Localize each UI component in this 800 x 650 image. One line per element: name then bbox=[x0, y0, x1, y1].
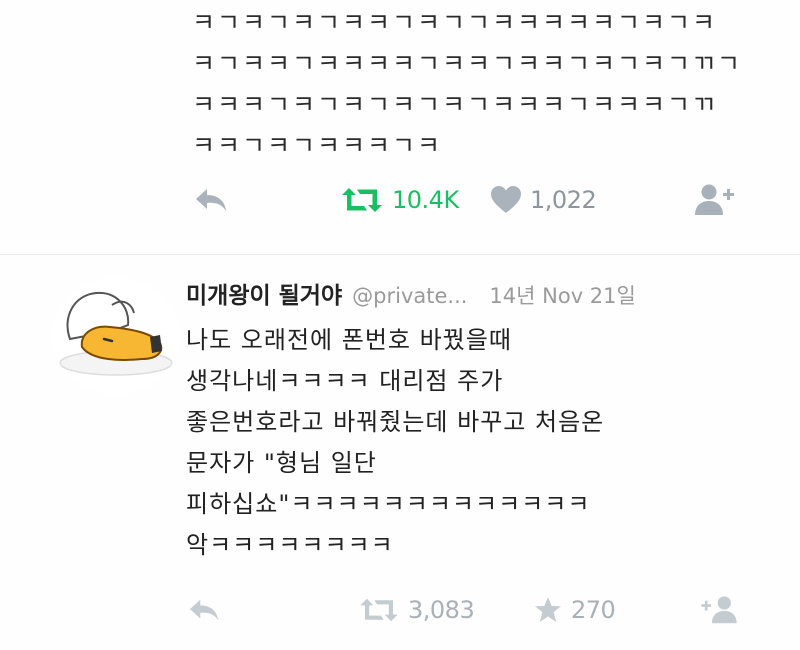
follow-user-icon bbox=[701, 596, 737, 624]
follow-user-icon bbox=[695, 184, 734, 215]
retweet-icon bbox=[342, 188, 382, 212]
tweet-text: ㅋㄱㅋㄱㅋㄱㅋㅋㄱㅋㄱㄱㅋㅋㅋㅋㅋㄱㅋㄱㅋ ㅋㄱㅋㅋㄱㅋㅋㅋㅋㄱㅋㅋㄱㅋㅋㄱㅋㄱ… bbox=[192, 2, 752, 166]
follow-button[interactable] bbox=[700, 590, 738, 630]
tweet-text-line: ㅋㄱㅋㄱㅋㄱㅋㅋㄱㅋㄱㄱㅋㅋㅋㅋㅋㄱㅋㄱㅋ bbox=[192, 8, 718, 37]
tweet-actions: 10.4K 1,022 bbox=[0, 180, 800, 220]
tweet-actions: 3,083 270 bbox=[0, 590, 800, 630]
favorite-button[interactable]: 270 bbox=[533, 590, 616, 630]
reply-arrow-icon bbox=[196, 189, 226, 211]
retweet-button[interactable]: 3,083 bbox=[358, 590, 475, 630]
tweet-header: 미개왕이 될거야 @private... 14년 Nov 21일 bbox=[186, 276, 636, 316]
reply-button[interactable] bbox=[187, 590, 221, 630]
tweet-text-line: ㅋㄱㅋㅋㄱㅋㅋㅋㅋㄱㅋㅋㄱㅋㅋㄱㅋㄱㅋㄱㄲㄱ bbox=[192, 49, 743, 78]
tweet-text-line: 생각나네ㅋㅋㅋㅋ 대리점 주가 bbox=[186, 367, 504, 395]
tweet-text-line: 좋은번호라고 바꿔줬는데 바꾸고 처음온 bbox=[186, 408, 605, 436]
retweet-count: 3,083 bbox=[408, 596, 475, 624]
tweet-text-line: 문자가 "형님 일단 bbox=[186, 449, 377, 477]
follow-button[interactable] bbox=[695, 180, 735, 220]
star-icon bbox=[535, 597, 561, 622]
tweet-text: 나도 오래전에 폰번호 바꿨을때 생각나네ㅋㅋㅋㅋ 대리점 주가 좋은번호라고 … bbox=[186, 320, 786, 566]
timeline: ㅋㄱㅋㄱㅋㄱㅋㅋㄱㅋㄱㄱㅋㅋㅋㅋㅋㄱㅋㄱㅋ ㅋㄱㅋㅋㄱㅋㅋㅋㅋㄱㅋㅋㄱㅋㅋㄱㅋㄱ… bbox=[0, 0, 800, 650]
display-name[interactable]: 미개왕이 될거야 bbox=[186, 276, 342, 310]
like-count: 1,022 bbox=[530, 186, 597, 214]
tweet-divider bbox=[0, 254, 800, 255]
heart-icon bbox=[491, 186, 521, 213]
favorite-count: 270 bbox=[571, 596, 616, 624]
like-button[interactable]: 1,022 bbox=[490, 180, 597, 220]
reply-button[interactable] bbox=[193, 180, 229, 220]
user-handle[interactable]: @private... bbox=[352, 284, 467, 308]
retweet-count: 10.4K bbox=[392, 186, 459, 214]
tweet-text-line: ㅋㅋㅋㄱㅋㄱㅋㄱㅋㄱㅋㄱㅋㅋㅋㄱㅋㅋㅋㄱㄲ bbox=[192, 90, 718, 119]
tweet-timestamp[interactable]: 14년 Nov 21일 bbox=[489, 280, 635, 310]
tweet-text-line: 나도 오래전에 폰번호 바꿨을때 bbox=[186, 326, 512, 354]
retweet-icon bbox=[360, 598, 398, 622]
tweet-text-line: ㅋㅋㄱㅋㄱㅋㅋㅋㄱㅋ bbox=[192, 131, 443, 160]
tweet-text-line: 피하십쇼"ㅋㅋㅋㅋㅋㅋㅋㅋㅋㅋㅋㅋㅋ bbox=[186, 490, 591, 518]
gudetama-egg-avatar bbox=[59, 291, 173, 376]
tweet-text-line: 악ㅋㅋㅋㅋㅋㅋㅋㅋ bbox=[186, 531, 394, 559]
reply-arrow-icon bbox=[190, 599, 218, 621]
avatar[interactable] bbox=[52, 277, 180, 395]
retweet-button[interactable]: 10.4K bbox=[340, 180, 459, 220]
